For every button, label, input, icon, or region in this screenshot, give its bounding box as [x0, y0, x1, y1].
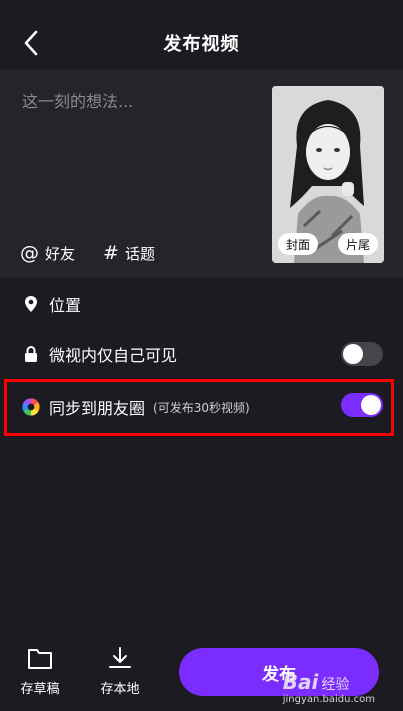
folder-icon: [28, 649, 52, 669]
location-label: 位置: [49, 296, 82, 315]
save-local-button[interactable]: 存本地: [90, 646, 150, 697]
watermark: Bai 经验 jingyan.baidu.com: [283, 670, 375, 705]
private-visibility-row: 微视内仅自己可见: [0, 331, 403, 377]
watermark-brand: Bai: [282, 670, 319, 694]
topic-button[interactable]: # 话题: [103, 242, 155, 264]
save-draft-label: 存草稿: [20, 682, 60, 697]
at-icon: @: [20, 242, 39, 264]
lock-icon: [21, 345, 41, 363]
hashtag-icon: #: [103, 242, 119, 264]
topic-label: 话题: [124, 244, 155, 263]
location-row[interactable]: 位置: [0, 281, 403, 327]
compose-area: 这一刻的想法... 封面 片尾 @ 好友 # 话题: [0, 70, 403, 278]
watermark-brand-suffix: 经验: [321, 677, 350, 693]
save-local-label: 存本地: [100, 682, 140, 697]
mention-friends-label: 好友: [45, 244, 76, 263]
mention-friends-button[interactable]: @ 好友: [20, 242, 75, 264]
save-draft-button[interactable]: 存草稿: [10, 646, 70, 697]
page-title: 发布视频: [163, 34, 240, 55]
ending-button[interactable]: 片尾: [337, 233, 378, 255]
video-thumbnail[interactable]: 封面 片尾: [272, 86, 384, 263]
toggle-knob: [343, 344, 363, 364]
download-icon: [109, 647, 131, 668]
location-pin-icon: [21, 295, 41, 313]
caption-input[interactable]: 这一刻的想法...: [22, 88, 133, 112]
private-visibility-label: 微视内仅自己可见: [49, 346, 178, 365]
private-visibility-toggle[interactable]: [341, 342, 383, 366]
highlight-box: [4, 379, 394, 436]
tag-bar: @ 好友 # 话题: [20, 242, 155, 264]
cover-button[interactable]: 封面: [278, 233, 319, 255]
watermark-url: jingyan.baidu.com: [282, 694, 375, 705]
